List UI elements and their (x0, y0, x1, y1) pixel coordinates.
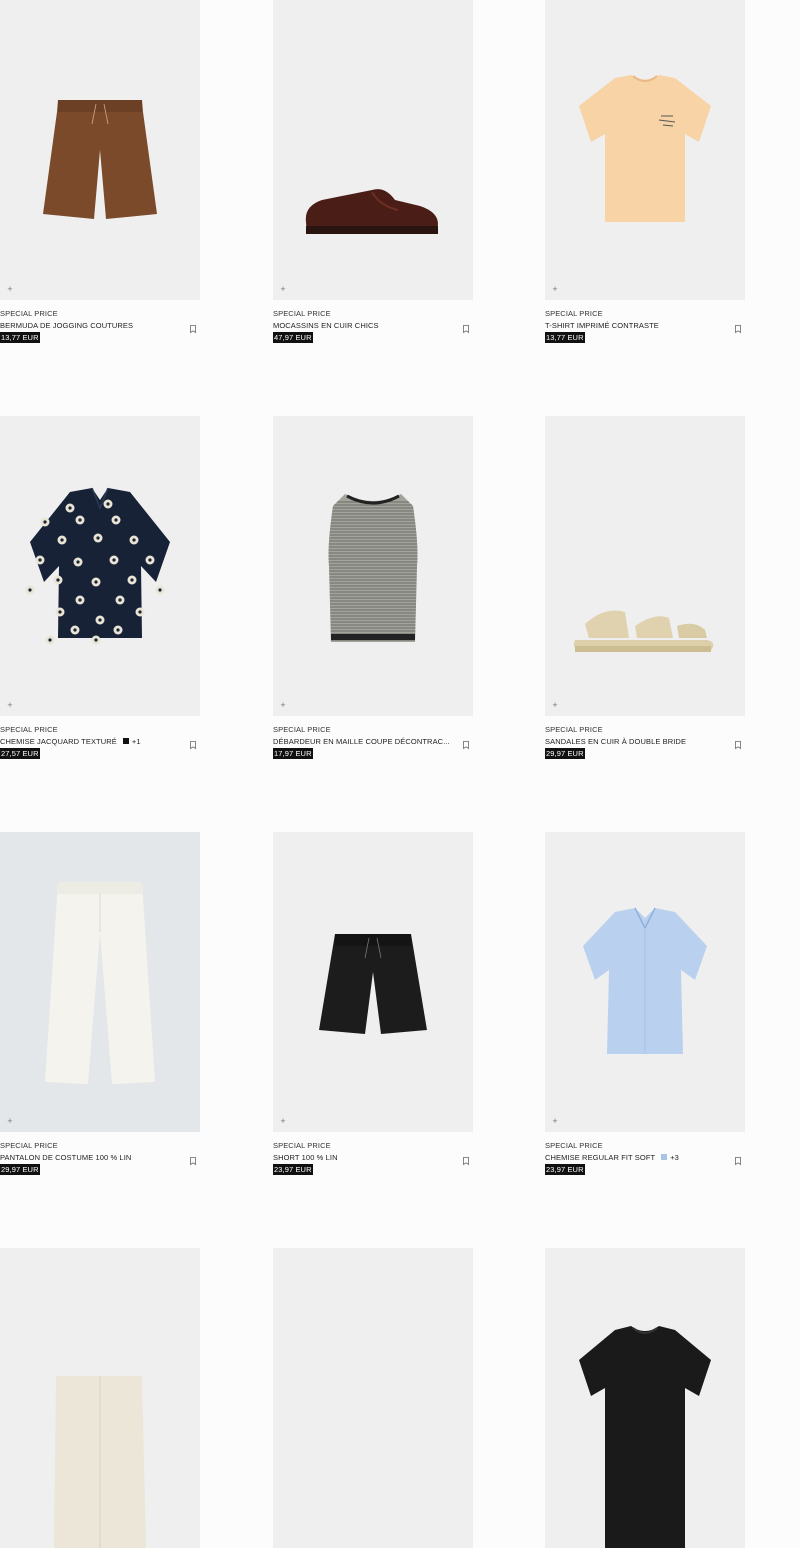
bookmark-icon[interactable] (188, 321, 198, 334)
product-image[interactable]: + (0, 832, 200, 1132)
bookmark-icon[interactable] (461, 1153, 471, 1166)
product-card[interactable]: + SPECIAL PRICE CHEMISE JACQUARD TEXTURÉ +1… (0, 416, 200, 762)
product-name[interactable]: DÉBARDEUR EN MAILLE COUPE DÉCONTRAC... (273, 737, 453, 746)
product-card[interactable] (545, 1248, 745, 1548)
special-price-label: SPECIAL PRICE (0, 309, 58, 318)
special-price-label: SPECIAL PRICE (273, 1141, 331, 1150)
product-image[interactable] (545, 1248, 745, 1548)
product-price: 23,97 EUR (545, 1164, 585, 1175)
product-name-text: MOCASSINS EN CUIR CHICS (273, 321, 379, 330)
bookmark-icon[interactable] (188, 737, 198, 750)
product-info: SPECIAL PRICE CHEMISE REGULAR FIT SOFT +3 2… (545, 1132, 745, 1178)
bookmark-icon[interactable] (733, 321, 743, 334)
product-name[interactable]: CHEMISE JACQUARD TEXTURÉ +1 (0, 737, 180, 746)
special-price-label: SPECIAL PRICE (273, 309, 331, 318)
product-image[interactable] (273, 1248, 473, 1548)
bookmark-icon[interactable] (461, 737, 471, 750)
product-name[interactable]: T-SHIRT IMPRIMÉ CONTRASTE (545, 321, 725, 330)
quick-add-button[interactable]: + (549, 1115, 561, 1127)
quick-add-button[interactable]: + (277, 1115, 289, 1127)
product-name-text: BERMUDA DE JOGGING COUTURES (0, 321, 134, 330)
special-price-label: SPECIAL PRICE (545, 725, 603, 734)
product-info: SPECIAL PRICE SHORT 100 % LIN 23,97 EUR (273, 1132, 473, 1178)
product-card[interactable]: + SPECIAL PRICE SANDALES EN CUIR À DOUBLE … (545, 416, 745, 762)
product-name-text: T-SHIRT IMPRIMÉ CONTRASTE (545, 321, 659, 330)
product-image[interactable]: + (273, 832, 473, 1132)
bookmark-icon[interactable] (733, 1153, 743, 1166)
product-price: 13,77 EUR (545, 332, 585, 343)
product-name-text: DÉBARDEUR EN MAILLE COUPE DÉCONTRAC... (273, 737, 450, 746)
quick-add-button[interactable]: + (549, 699, 561, 711)
product-info: SPECIAL PRICE PANTALON DE COSTUME 100 % L… (0, 1132, 200, 1178)
more-colors-count: +3 (670, 1153, 679, 1162)
product-name-text: PANTALON DE COSTUME 100 % LIN (0, 1153, 132, 1162)
product-price: 29,97 EUR (545, 748, 585, 759)
product-name[interactable]: MOCASSINS EN CUIR CHICS (273, 321, 453, 330)
product-price: 29,97 EUR (0, 1164, 40, 1175)
quick-add-button[interactable]: + (4, 283, 16, 295)
bookmark-icon[interactable] (733, 737, 743, 750)
product-image[interactable]: + (0, 0, 200, 300)
product-info: SPECIAL PRICE CHEMISE JACQUARD TEXTURÉ +1 2… (0, 716, 200, 762)
special-price-label: SPECIAL PRICE (545, 1141, 603, 1150)
product-name[interactable]: SANDALES EN CUIR À DOUBLE BRIDE (545, 737, 725, 746)
product-image[interactable]: + (273, 416, 473, 716)
quick-add-button[interactable]: + (4, 699, 16, 711)
product-name[interactable]: BERMUDA DE JOGGING COUTURES (0, 321, 180, 330)
product-image[interactable]: + (545, 832, 745, 1132)
product-price: 13,77 EUR (0, 332, 40, 343)
product-card[interactable]: + SPECIAL PRICE MOCASSINS EN CUIR CHICS 47,… (273, 0, 473, 346)
product-name[interactable]: PANTALON DE COSTUME 100 % LIN (0, 1153, 180, 1162)
product-card[interactable] (0, 1248, 200, 1548)
product-image[interactable]: + (545, 0, 745, 300)
product-card[interactable]: + SPECIAL PRICE SHORT 100 % LIN 23,97 EUR (273, 832, 473, 1178)
product-info: SPECIAL PRICE DÉBARDEUR EN MAILLE COUPE D… (273, 716, 473, 762)
product-card[interactable]: + SPECIAL PRICE DÉBARDEUR EN MAILLE COUPE … (273, 416, 473, 762)
color-swatch[interactable] (661, 1154, 668, 1160)
product-image[interactable] (0, 1248, 200, 1548)
product-name[interactable]: SHORT 100 % LIN (273, 1153, 453, 1162)
quick-add-button[interactable]: + (549, 283, 561, 295)
product-name[interactable]: CHEMISE REGULAR FIT SOFT +3 (545, 1153, 725, 1162)
quick-add-button[interactable]: + (277, 699, 289, 711)
product-name-text: CHEMISE JACQUARD TEXTURÉ (0, 737, 117, 746)
product-info: SPECIAL PRICE T-SHIRT IMPRIMÉ CONTRASTE 13… (545, 300, 745, 346)
product-info: SPECIAL PRICE BERMUDA DE JOGGING COUTURES… (0, 300, 200, 346)
product-card[interactable]: + SPECIAL PRICE CHEMISE REGULAR FIT SOFT +3… (545, 832, 745, 1178)
product-image[interactable]: + (273, 0, 473, 300)
special-price-label: SPECIAL PRICE (0, 725, 58, 734)
product-price: 47,97 EUR (273, 332, 313, 343)
more-colors-count: +1 (131, 737, 141, 746)
product-price: 27,57 EUR (0, 748, 40, 759)
product-card[interactable] (273, 1248, 473, 1548)
quick-add-button[interactable]: + (277, 283, 289, 295)
product-image[interactable]: + (0, 416, 200, 716)
special-price-label: SPECIAL PRICE (273, 725, 331, 734)
product-grid: + SPECIAL PRICE BERMUDA DE JOGGING COUTURE… (0, 0, 800, 1548)
product-card[interactable]: + SPECIAL PRICE PANTALON DE COSTUME 100 % … (0, 832, 200, 1178)
color-swatch[interactable] (122, 738, 129, 744)
product-image[interactable]: + (545, 416, 745, 716)
quick-add-button[interactable]: + (4, 1115, 16, 1127)
product-name-text: SANDALES EN CUIR À DOUBLE BRIDE (545, 737, 687, 746)
special-price-label: SPECIAL PRICE (545, 309, 603, 318)
product-info: SPECIAL PRICE SANDALES EN CUIR À DOUBLE B… (545, 716, 745, 762)
bookmark-icon[interactable] (188, 1153, 198, 1166)
product-price: 23,97 EUR (273, 1164, 313, 1175)
product-card[interactable]: + SPECIAL PRICE BERMUDA DE JOGGING COUTURE… (0, 0, 200, 346)
product-info: SPECIAL PRICE MOCASSINS EN CUIR CHICS 47,9… (273, 300, 473, 346)
product-name-text: SHORT 100 % LIN (273, 1153, 338, 1162)
special-price-label: SPECIAL PRICE (0, 1141, 58, 1150)
product-price: 17,97 EUR (273, 748, 313, 759)
bookmark-icon[interactable] (461, 321, 471, 334)
product-card[interactable]: + SPECIAL PRICE T-SHIRT IMPRIMÉ CONTRASTE 1… (545, 0, 745, 346)
product-name-text: CHEMISE REGULAR FIT SOFT (545, 1153, 656, 1162)
